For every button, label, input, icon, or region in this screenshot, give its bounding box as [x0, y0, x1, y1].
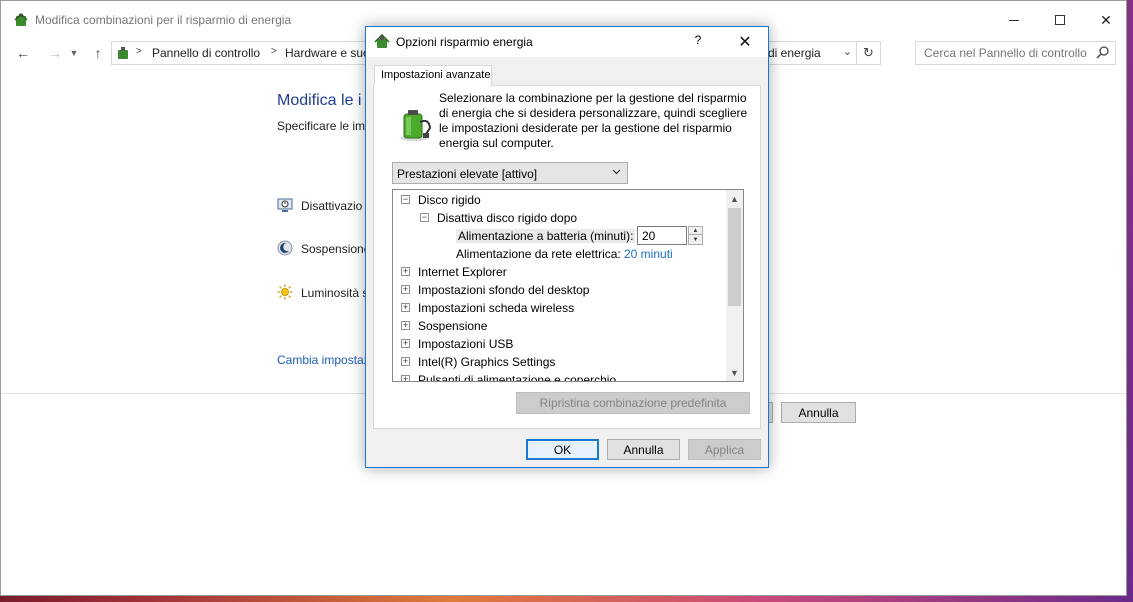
expand-icon[interactable]: + [401, 339, 410, 348]
breadcrumb-separator: > [136, 46, 142, 57]
tree-item-label: Impostazioni USB [418, 337, 514, 351]
page-subtitle: Specificare le imp [277, 119, 372, 133]
tree-item-label: Pulsanti di alimentazione e coperchio [418, 373, 617, 382]
battery-minutes-input[interactable]: 20 [637, 226, 687, 245]
refresh-button[interactable]: ↻ [856, 42, 880, 64]
tree-item-label: Sospensione [418, 319, 488, 333]
scroll-up-icon[interactable]: ▲ [726, 190, 743, 207]
tree-item-label: Intel(R) Graphics Settings [418, 355, 556, 369]
tree-item-label: Impostazioni scheda wireless [418, 301, 575, 315]
display-off-icon [277, 198, 293, 212]
power-options-dialog: Opzioni risparmio energia ? ✕ Impostazio… [365, 26, 769, 468]
spin-up-icon[interactable]: ▲ [689, 227, 702, 235]
search-input[interactable] [916, 42, 1091, 64]
plan-dropdown[interactable]: Prestazioni elevate [attivo] [392, 162, 628, 184]
battery-setting-label: Alimentazione a batteria (minuti): [456, 229, 636, 243]
breadcrumb-power-options[interactable]: di energia [768, 46, 821, 60]
refresh-icon: ↻ [863, 45, 874, 60]
maximize-button[interactable] [1037, 1, 1083, 39]
dialog-description: Selezionare la combinazione per la gesti… [439, 91, 748, 150]
mains-setting-value[interactable]: 20 minuti [624, 247, 673, 261]
cancel-button[interactable]: Annulla [781, 402, 856, 423]
minimize-icon [1009, 19, 1019, 21]
setting-label: Disattivazio [301, 199, 363, 213]
battery-icon [400, 110, 432, 141]
expand-icon[interactable]: + [401, 303, 410, 312]
arrow-right-icon: → [48, 45, 62, 61]
expand-icon[interactable]: + [401, 357, 410, 366]
mains-setting-label: Alimentazione da rete elettrica: [456, 247, 621, 261]
settings-tree[interactable]: − Disco rigido − Disattiva disco rigido … [392, 189, 744, 382]
tab-advanced-settings[interactable]: Impostazioni avanzate [374, 65, 492, 86]
breadcrumb-control-panel[interactable]: Pannello di controllo [152, 46, 260, 60]
plan-dropdown-value: Prestazioni elevate [attivo] [397, 167, 538, 181]
chevron-down-icon [612, 169, 621, 175]
minutes-spinner[interactable]: ▲ ▼ [688, 226, 703, 245]
arrow-left-icon: ← [16, 45, 30, 61]
setting-label: Sospensione [301, 242, 371, 256]
expand-icon[interactable]: + [401, 267, 410, 276]
change-advanced-settings-link[interactable]: Cambia impostaz [277, 353, 370, 367]
apply-button[interactable]: Applica [688, 439, 761, 460]
close-icon: ✕ [1100, 11, 1112, 28]
breadcrumb-separator: > [271, 46, 277, 57]
brightness-sun-icon [277, 284, 293, 300]
collapse-icon[interactable]: − [420, 213, 429, 222]
recent-locations-button[interactable]: ▼ [67, 43, 81, 63]
tree-item-label: Disattiva disco rigido dopo [437, 211, 578, 225]
dialog-close-button[interactable]: ✕ [732, 31, 758, 53]
forward-button[interactable]: → [45, 43, 65, 63]
expand-icon[interactable]: + [401, 285, 410, 294]
up-button[interactable]: ↑ [88, 43, 108, 63]
close-button[interactable]: ✕ [1083, 1, 1129, 39]
setting-label: Luminosità s [301, 286, 369, 300]
collapse-icon[interactable]: − [401, 195, 410, 204]
close-icon: ✕ [738, 34, 752, 51]
arrow-up-icon: ↑ [94, 45, 102, 61]
scroll-thumb[interactable] [728, 208, 741, 306]
breadcrumb-hardware[interactable]: Hardware e suo [285, 46, 370, 60]
tree-scrollbar[interactable]: ▲ ▼ [726, 190, 743, 381]
chevron-down-icon[interactable]: ⌄ [843, 45, 852, 58]
expand-icon[interactable]: + [401, 321, 410, 330]
dialog-titlebar: Opzioni risparmio energia ? ✕ [366, 27, 768, 57]
search-box [915, 41, 1116, 65]
scroll-down-icon[interactable]: ▼ [726, 364, 743, 381]
help-button[interactable]: ? [686, 33, 710, 51]
sleep-moon-icon [277, 240, 293, 256]
chevron-down-icon: ▼ [69, 48, 79, 58]
ok-button[interactable]: OK [526, 439, 599, 460]
expand-icon[interactable]: + [401, 375, 410, 381]
back-button[interactable]: ← [13, 43, 33, 63]
dialog-cancel-button[interactable]: Annulla [607, 439, 680, 460]
page-title: Modifica le i [277, 92, 362, 109]
tree-item-label: Disco rigido [418, 193, 481, 207]
spin-down-icon[interactable]: ▼ [689, 236, 702, 244]
window-title: Modifica combinazioni per il risparmio d… [35, 13, 292, 27]
restore-defaults-button[interactable]: Ripristina combinazione predefinita [516, 392, 750, 414]
search-icon[interactable] [1095, 45, 1111, 61]
minimize-button[interactable] [991, 1, 1037, 39]
control-panel-icon [118, 47, 128, 59]
tree-item-label: Impostazioni sfondo del desktop [418, 283, 590, 297]
maximize-icon [1055, 15, 1065, 25]
power-options-icon [374, 34, 390, 48]
dialog-title: Opzioni risparmio energia [396, 35, 533, 49]
power-options-icon [14, 12, 28, 26]
tab-panel: Selezionare la combinazione per la gesti… [373, 85, 761, 429]
tree-item-label: Internet Explorer [418, 265, 507, 279]
